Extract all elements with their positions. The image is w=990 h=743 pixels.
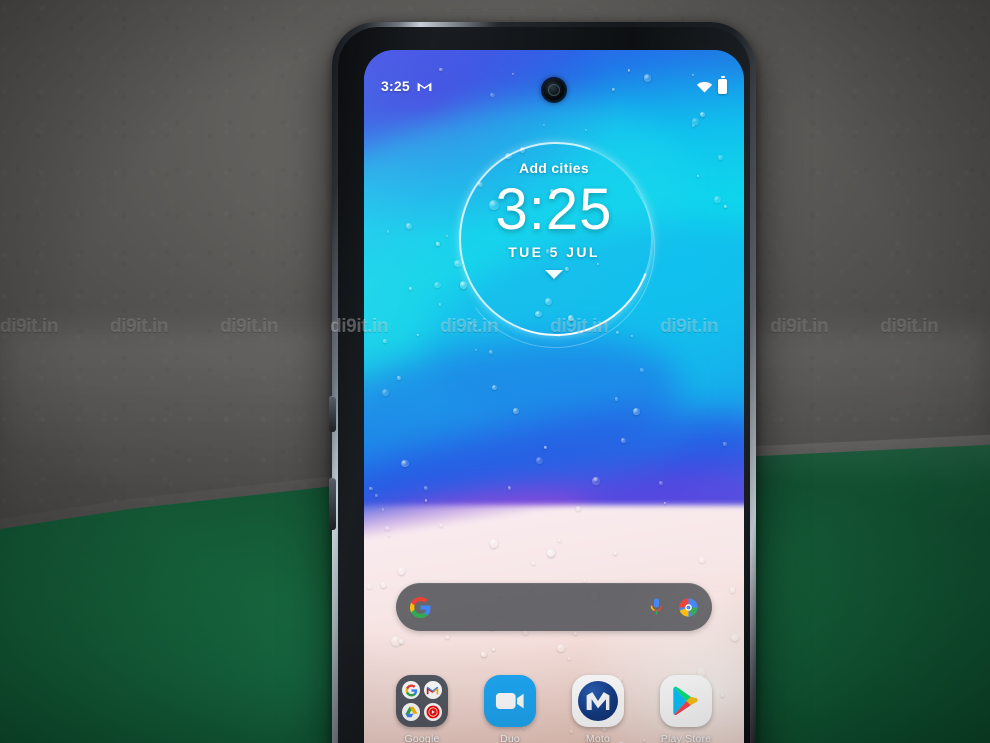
add-cities-label[interactable]: Add cities — [454, 160, 654, 176]
google-lens-icon[interactable] — [678, 597, 699, 618]
battery-icon — [718, 76, 727, 94]
smartphone: 3:25 Add cities 3:25 TUE 5 JUL Google Du… — [329, 22, 756, 743]
google-duo-icon[interactable] — [484, 675, 536, 727]
clock-weather-widget[interactable]: Add cities 3:25 TUE 5 JUL — [427, 110, 685, 368]
power-button[interactable] — [329, 478, 336, 530]
google-drive-icon — [402, 702, 420, 721]
app-row: Google Duo Moto Play Store — [364, 675, 744, 743]
google-folder-icon[interactable] — [396, 675, 448, 727]
app-label: Duo — [500, 733, 520, 743]
status-bar-left: 3:25 — [381, 78, 432, 94]
youtube-music-icon — [423, 702, 442, 721]
app-play-store[interactable]: Play Store — [649, 675, 723, 743]
widget-clock-time: 3:25 — [495, 177, 613, 242]
google-play-store-icon[interactable] — [660, 675, 712, 727]
gmail-icon — [417, 82, 432, 91]
status-bar-right — [696, 76, 727, 94]
gmail-icon — [423, 681, 442, 699]
search-bar-right-icons — [649, 597, 699, 618]
app-label: Google — [404, 733, 440, 743]
volume-button[interactable] — [329, 396, 336, 432]
widget-date: TUE 5 JUL — [508, 244, 600, 261]
status-bar: 3:25 — [364, 72, 744, 100]
google-search-bar[interactable] — [396, 583, 712, 631]
moto-batwing-icon — [586, 692, 610, 710]
photo-scene: 3:25 Add cities 3:25 TUE 5 JUL Google Du… — [0, 0, 990, 743]
wifi-icon — [696, 81, 713, 93]
app-moto[interactable]: Moto — [561, 675, 635, 743]
moto-icon[interactable] — [572, 675, 624, 727]
chevron-down-icon[interactable] — [545, 270, 563, 280]
app-duo[interactable]: Duo — [473, 675, 547, 743]
google-g-icon[interactable] — [409, 596, 432, 619]
google-search-icon — [402, 681, 420, 699]
microphone-icon[interactable] — [649, 597, 664, 617]
app-label: Moto — [585, 733, 611, 743]
phone-screen[interactable]: 3:25 Add cities 3:25 TUE 5 JUL Google Du… — [364, 50, 744, 743]
app-label: Play Store — [660, 733, 712, 743]
app-google-folder[interactable]: Google — [385, 675, 459, 743]
moto-logo-circle — [578, 681, 618, 721]
status-bar-clock: 3:25 — [381, 78, 410, 94]
